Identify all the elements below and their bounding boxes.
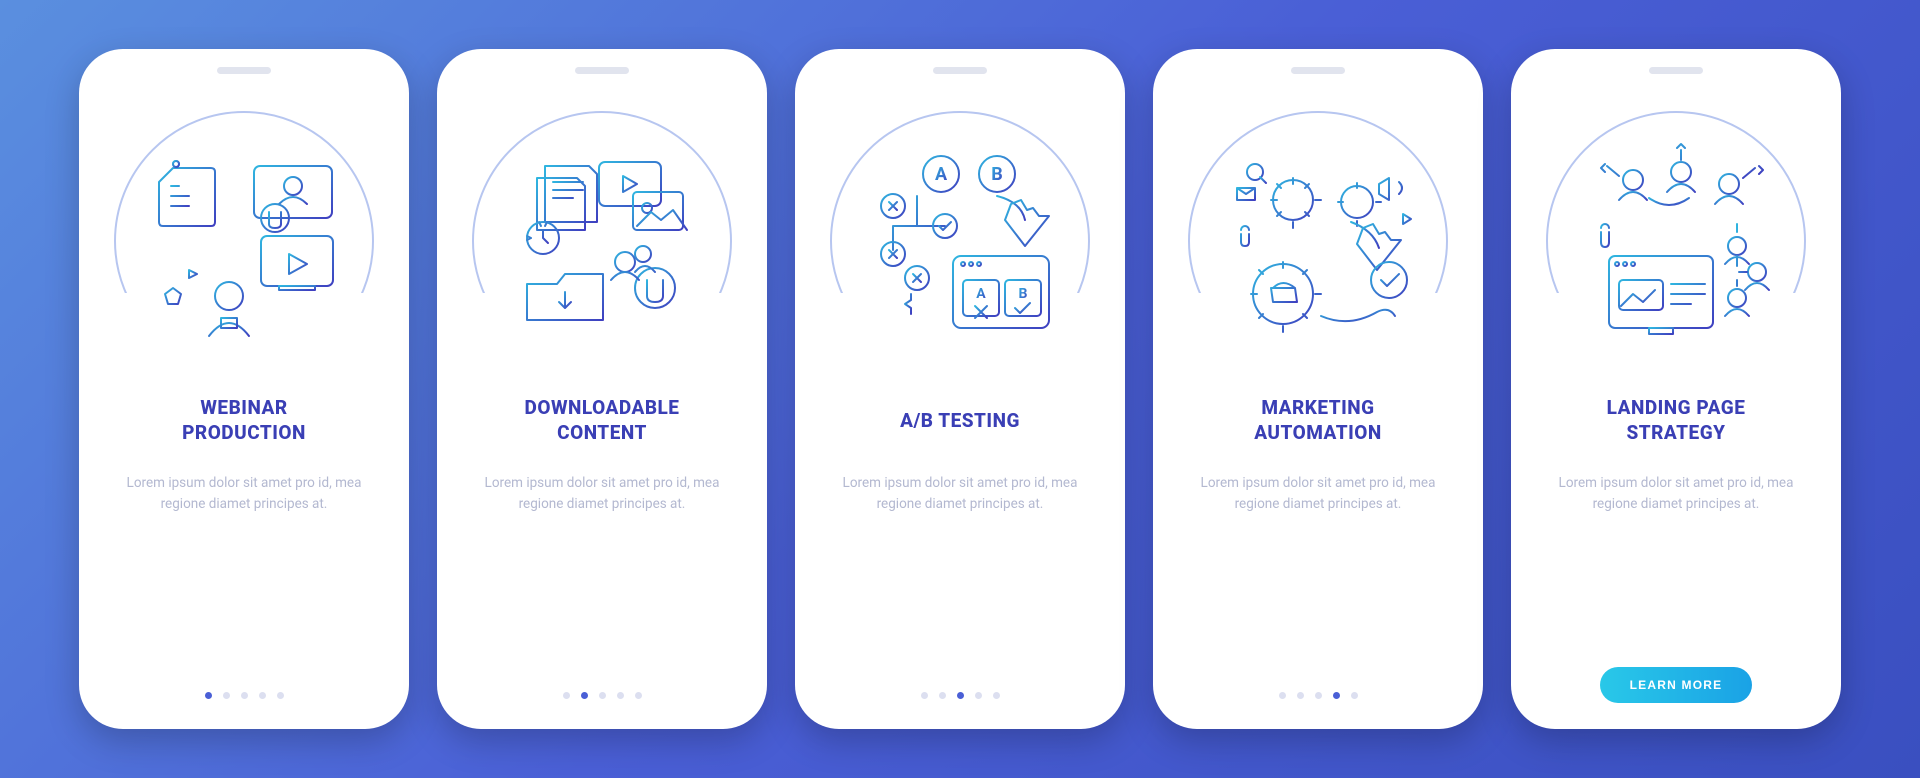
screen-body: Lorem ipsum dolor sit amet pro id, mea r… xyxy=(1555,473,1796,515)
learn-more-button[interactable]: LEARN MORE xyxy=(1600,667,1753,703)
dot[interactable] xyxy=(1297,692,1304,699)
phone-notch xyxy=(575,67,629,74)
dot[interactable] xyxy=(1351,692,1358,699)
phone-notch xyxy=(217,67,271,74)
dot[interactable] xyxy=(921,692,928,699)
pagination-dots xyxy=(1279,692,1358,699)
screen-body: Lorem ipsum dolor sit amet pro id, mea r… xyxy=(123,473,364,515)
dot[interactable] xyxy=(205,692,212,699)
phone-notch xyxy=(1649,67,1703,74)
dot[interactable] xyxy=(1279,692,1286,699)
screen-title: MARKETING AUTOMATION xyxy=(1254,395,1382,447)
dot[interactable] xyxy=(993,692,1000,699)
dot[interactable] xyxy=(939,692,946,699)
screen-body: Lorem ipsum dolor sit amet pro id, mea r… xyxy=(1197,473,1438,515)
dot[interactable] xyxy=(277,692,284,699)
screen-title: WEBINAR PRODUCTION xyxy=(182,395,306,447)
onboarding-screen-1: WEBINAR PRODUCTION Lorem ipsum dolor sit… xyxy=(79,49,409,729)
dot[interactable] xyxy=(1315,692,1322,699)
screen-body: Lorem ipsum dolor sit amet pro id, mea r… xyxy=(481,473,722,515)
dot[interactable] xyxy=(1333,692,1340,699)
dot[interactable] xyxy=(563,692,570,699)
dot[interactable] xyxy=(581,692,588,699)
illustration-automation xyxy=(1188,111,1448,371)
dot[interactable] xyxy=(223,692,230,699)
illustration-webinar xyxy=(114,111,374,371)
pagination-dots xyxy=(921,692,1000,699)
onboarding-screen-3: A B A B A/B TESTING Lorem ipsum dolor si… xyxy=(795,49,1125,729)
dot[interactable] xyxy=(259,692,266,699)
dot[interactable] xyxy=(599,692,606,699)
illustration-downloadable xyxy=(472,111,732,371)
dot[interactable] xyxy=(975,692,982,699)
illustration-landing xyxy=(1546,111,1806,371)
screen-title: DOWNLOADABLE CONTENT xyxy=(525,395,680,447)
dot[interactable] xyxy=(635,692,642,699)
onboarding-screen-5: LANDING PAGE STRATEGY Lorem ipsum dolor … xyxy=(1511,49,1841,729)
pagination-dots xyxy=(205,692,284,699)
phone-notch xyxy=(1291,67,1345,74)
screen-title: A/B TESTING xyxy=(900,395,1020,447)
dot[interactable] xyxy=(957,692,964,699)
dot[interactable] xyxy=(241,692,248,699)
screen-body: Lorem ipsum dolor sit amet pro id, mea r… xyxy=(839,473,1080,515)
phone-notch xyxy=(933,67,987,74)
pagination-dots xyxy=(563,692,642,699)
screen-title: LANDING PAGE STRATEGY xyxy=(1607,395,1746,447)
illustration-abtesting: A B A B xyxy=(830,111,1090,371)
dot[interactable] xyxy=(617,692,624,699)
onboarding-screen-2: DOWNLOADABLE CONTENT Lorem ipsum dolor s… xyxy=(437,49,767,729)
onboarding-screen-4: MARKETING AUTOMATION Lorem ipsum dolor s… xyxy=(1153,49,1483,729)
